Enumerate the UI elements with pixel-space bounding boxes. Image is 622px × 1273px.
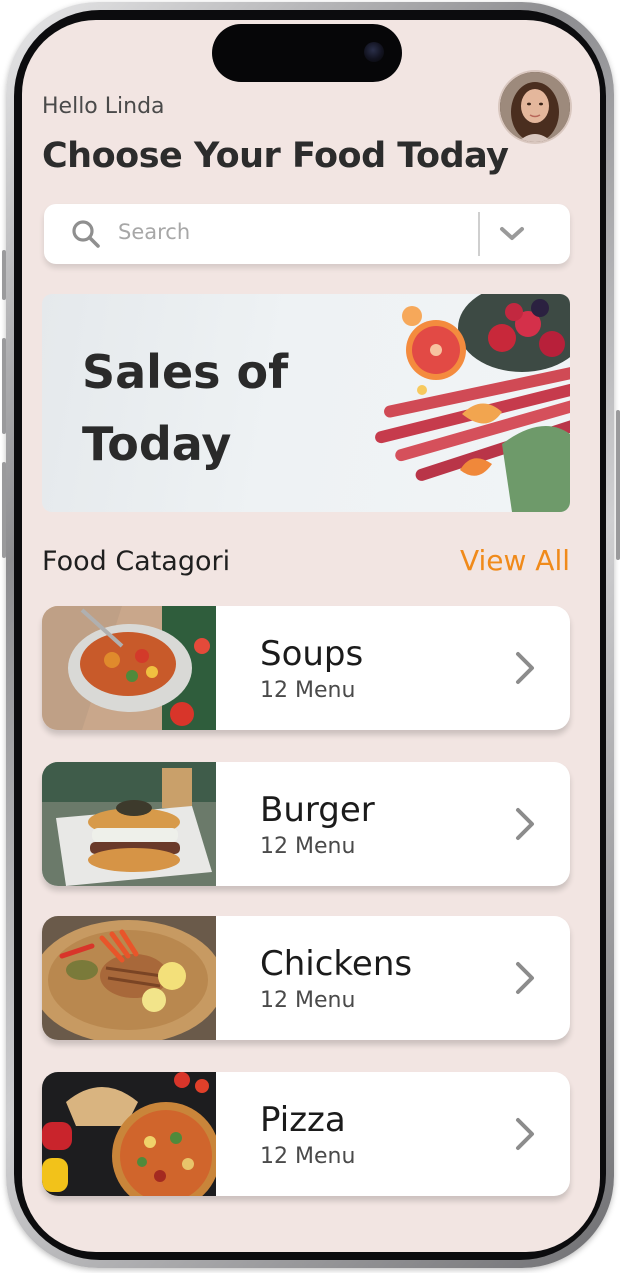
category-count: 12 Menu [260,678,356,703]
category-card-burger[interactable]: Burger 12 Menu [42,762,570,886]
search-divider [478,212,480,256]
category-card-chickens[interactable]: Chickens 12 Menu [42,916,570,1040]
sales-banner[interactable]: Sales of Today [42,294,570,512]
burger-image [42,762,216,886]
volume-up-button [2,338,6,434]
power-button [616,410,620,560]
chevron-right-icon[interactable] [512,806,538,842]
category-name: Soups [260,634,364,674]
search-bar[interactable]: Search [44,204,570,264]
greeting-text: Hello Linda [42,94,165,119]
section-title: Food Catagori [42,546,231,577]
soups-image [42,606,216,730]
view-all-link[interactable]: View All [460,544,570,577]
category-count: 12 Menu [260,988,356,1013]
fruit-vegetable-image [375,294,570,512]
app-screen: Hello Linda Choose Your Food Today Searc… [22,20,600,1252]
chevron-right-icon[interactable] [512,650,538,686]
search-icon [72,220,100,248]
banner-title: Sales of Today [82,345,289,471]
category-name: Burger [260,790,375,830]
avatar-photo [500,72,570,142]
category-name: Chickens [260,944,413,984]
category-count: 12 Menu [260,834,356,859]
chickens-image [42,916,216,1040]
page-title: Choose Your Food Today [42,136,509,176]
chevron-down-icon[interactable] [498,222,526,246]
dynamic-island [212,24,402,82]
chevron-right-icon[interactable] [512,960,538,996]
front-camera [364,42,384,62]
pizza-image [42,1072,216,1196]
category-count: 12 Menu [260,1144,356,1169]
category-card-soups[interactable]: Soups 12 Menu [42,606,570,730]
search-input[interactable]: Search [118,220,190,244]
category-name: Pizza [260,1100,346,1140]
volume-down-button [2,462,6,558]
action-button [2,250,6,300]
category-card-pizza[interactable]: Pizza 12 Menu [42,1072,570,1196]
chevron-right-icon[interactable] [512,1116,538,1152]
avatar[interactable] [500,72,570,142]
